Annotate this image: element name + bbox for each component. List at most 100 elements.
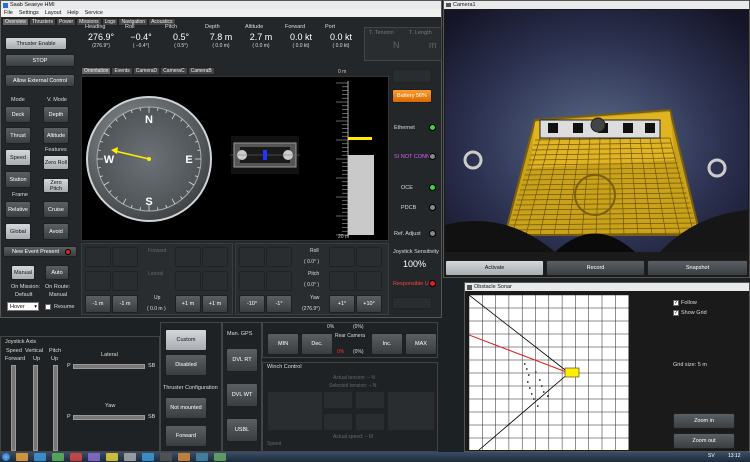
taskbar-app-icon[interactable] [34,453,46,461]
avoid-button[interactable]: Avoid [43,223,69,240]
view-tab-camerad[interactable]: CameraD [132,67,161,75]
zoom-in-button[interactable]: Zoom in [673,413,735,429]
forward-config-button[interactable]: Forward [165,425,207,447]
min-button[interactable]: MIN [267,333,299,355]
position-blank-0-0[interactable] [85,247,111,267]
view-tab-camerab[interactable]: CameraB [187,67,215,75]
svg-text:N: N [145,114,153,126]
attitude-blank-0-0[interactable] [239,247,265,267]
disabled-button[interactable]: Disabled [165,354,207,376]
winch-button-3[interactable] [355,391,385,409]
custom-button[interactable]: Custom [165,329,207,351]
view-tab-camerac[interactable]: CameraC [160,67,188,75]
speed-button[interactable]: Speed [5,149,31,166]
window-title: Saab Seaeye HMI [10,2,55,8]
new-event-button[interactable]: New Event Present [3,246,77,257]
dvl-wt-button[interactable]: DVL WT [226,383,258,407]
menu-item-file[interactable]: File [4,10,13,16]
relative-button[interactable]: Relative [5,201,31,218]
taskbar-app-icon[interactable] [88,453,100,461]
manual-button[interactable]: Manual [11,265,35,280]
zoom-out-button[interactable]: Zoom out [673,433,735,449]
position-blank-0-1[interactable] [112,247,138,267]
usbl-button[interactable]: USBL [226,418,258,442]
taskbar-clock: 13:12 [728,453,741,459]
station-button[interactable]: Station [5,171,31,188]
menu-item-help[interactable]: Help [67,10,78,16]
taskbar-app-icon[interactable] [16,453,28,461]
tab-thrusters[interactable]: Thrusters [28,18,56,26]
snapshot-button[interactable]: Snapshot [647,260,748,276]
position-step-button[interactable]: -1 m [85,295,111,313]
winch-button-4[interactable] [323,413,353,431]
taskbar-app-icon[interactable] [124,453,136,461]
zero-roll-button[interactable]: Zero Roll [43,155,69,170]
attitude-blank-1-3[interactable] [356,271,382,291]
not-mounted-button[interactable]: Not mounted [165,397,207,419]
attitude-step-button[interactable]: -10° [239,295,265,313]
position-step-button[interactable]: +1 m [202,295,228,313]
taskbar-app-icon[interactable] [52,453,64,461]
attitude-step-button[interactable]: +1° [329,295,355,313]
taskbar-app-icon[interactable] [142,453,154,461]
taskbar-app-icon[interactable] [178,453,190,461]
thrust-button[interactable]: Thrust [5,127,31,144]
hover-select[interactable]: Hover ▾ [7,302,39,311]
zero-pitch-button[interactable]: Zero Pitch [43,178,69,193]
winch-button-6[interactable] [387,391,435,431]
attitude-blank-0-1[interactable] [266,247,292,267]
cruise-button[interactable]: Cruise [43,201,69,218]
max-button[interactable]: MAX [405,333,437,355]
camera-title: Camera1 [453,2,476,8]
taskbar-app-icon[interactable] [70,453,82,461]
position-step-button[interactable]: -1 m [112,295,138,313]
attitude-blank-1-1[interactable] [266,271,292,291]
winch-button-1[interactable] [267,391,323,431]
inc-button[interactable]: Inc. [371,333,403,355]
tab-overview[interactable]: Overview [2,18,29,26]
follow-checkbox[interactable]: ✓ [673,300,679,306]
position-blank-0-2[interactable] [175,247,201,267]
attitude-blank-0-2[interactable] [329,247,355,267]
taskbar-app-icon[interactable] [160,453,172,461]
taskbar-app-icon[interactable] [196,453,208,461]
attitude-step-button[interactable]: -1° [266,295,292,313]
position-blank-1-0[interactable] [85,271,111,291]
view-tab-events[interactable]: Events [111,67,133,75]
altitude-button[interactable]: Altitude [43,127,69,144]
attitude-blank-0-3[interactable] [356,247,382,267]
resume-checkbox[interactable] [45,304,51,310]
allow-external-control-button[interactable]: Allow External Control [5,74,75,87]
thruster-enable-button[interactable]: Thruster Enable [5,37,67,50]
dvl-rt-button[interactable]: DVL RT [226,348,258,372]
position-blank-1-1[interactable] [112,271,138,291]
menu-item-settings[interactable]: Settings [19,10,39,16]
taskbar-app-icon[interactable] [214,453,226,461]
start-button[interactable] [2,453,10,461]
winch-button-5[interactable] [355,413,385,431]
show-grid-checkbox[interactable]: ✓ [673,310,679,316]
on-mission-label: On Mission: [11,284,41,290]
winch-button-2[interactable] [323,391,353,409]
taskbar-app-icon[interactable] [106,453,118,461]
stop-button[interactable]: STOP [5,54,75,67]
position-step-button[interactable]: +1 m [175,295,201,313]
telemetry-pitch: Pitch 0.5°( 0.5°) [161,24,201,51]
depth-button[interactable]: Depth [43,106,69,123]
position-blank-1-2[interactable] [175,271,201,291]
position-blank-0-3[interactable] [202,247,228,267]
auto-button[interactable]: Auto [45,265,69,280]
position-blank-1-3[interactable] [202,271,228,291]
view-tab-orientation[interactable]: Orientation [81,67,112,75]
attitude-blank-1-2[interactable] [329,271,355,291]
attitude-step-button[interactable]: +10° [356,295,382,313]
deck-button[interactable]: Deck [5,106,31,123]
menu-item-layout[interactable]: Layout [45,10,62,16]
record-button[interactable]: Record [546,260,645,276]
attitude-blank-1-0[interactable] [239,271,265,291]
menu-item-service[interactable]: Service [85,10,103,16]
tab-power[interactable]: Power [55,18,77,26]
global-button[interactable]: Global [5,223,31,240]
dec-button[interactable]: Dec. [301,333,333,355]
activate-button[interactable]: Activate [445,260,544,276]
